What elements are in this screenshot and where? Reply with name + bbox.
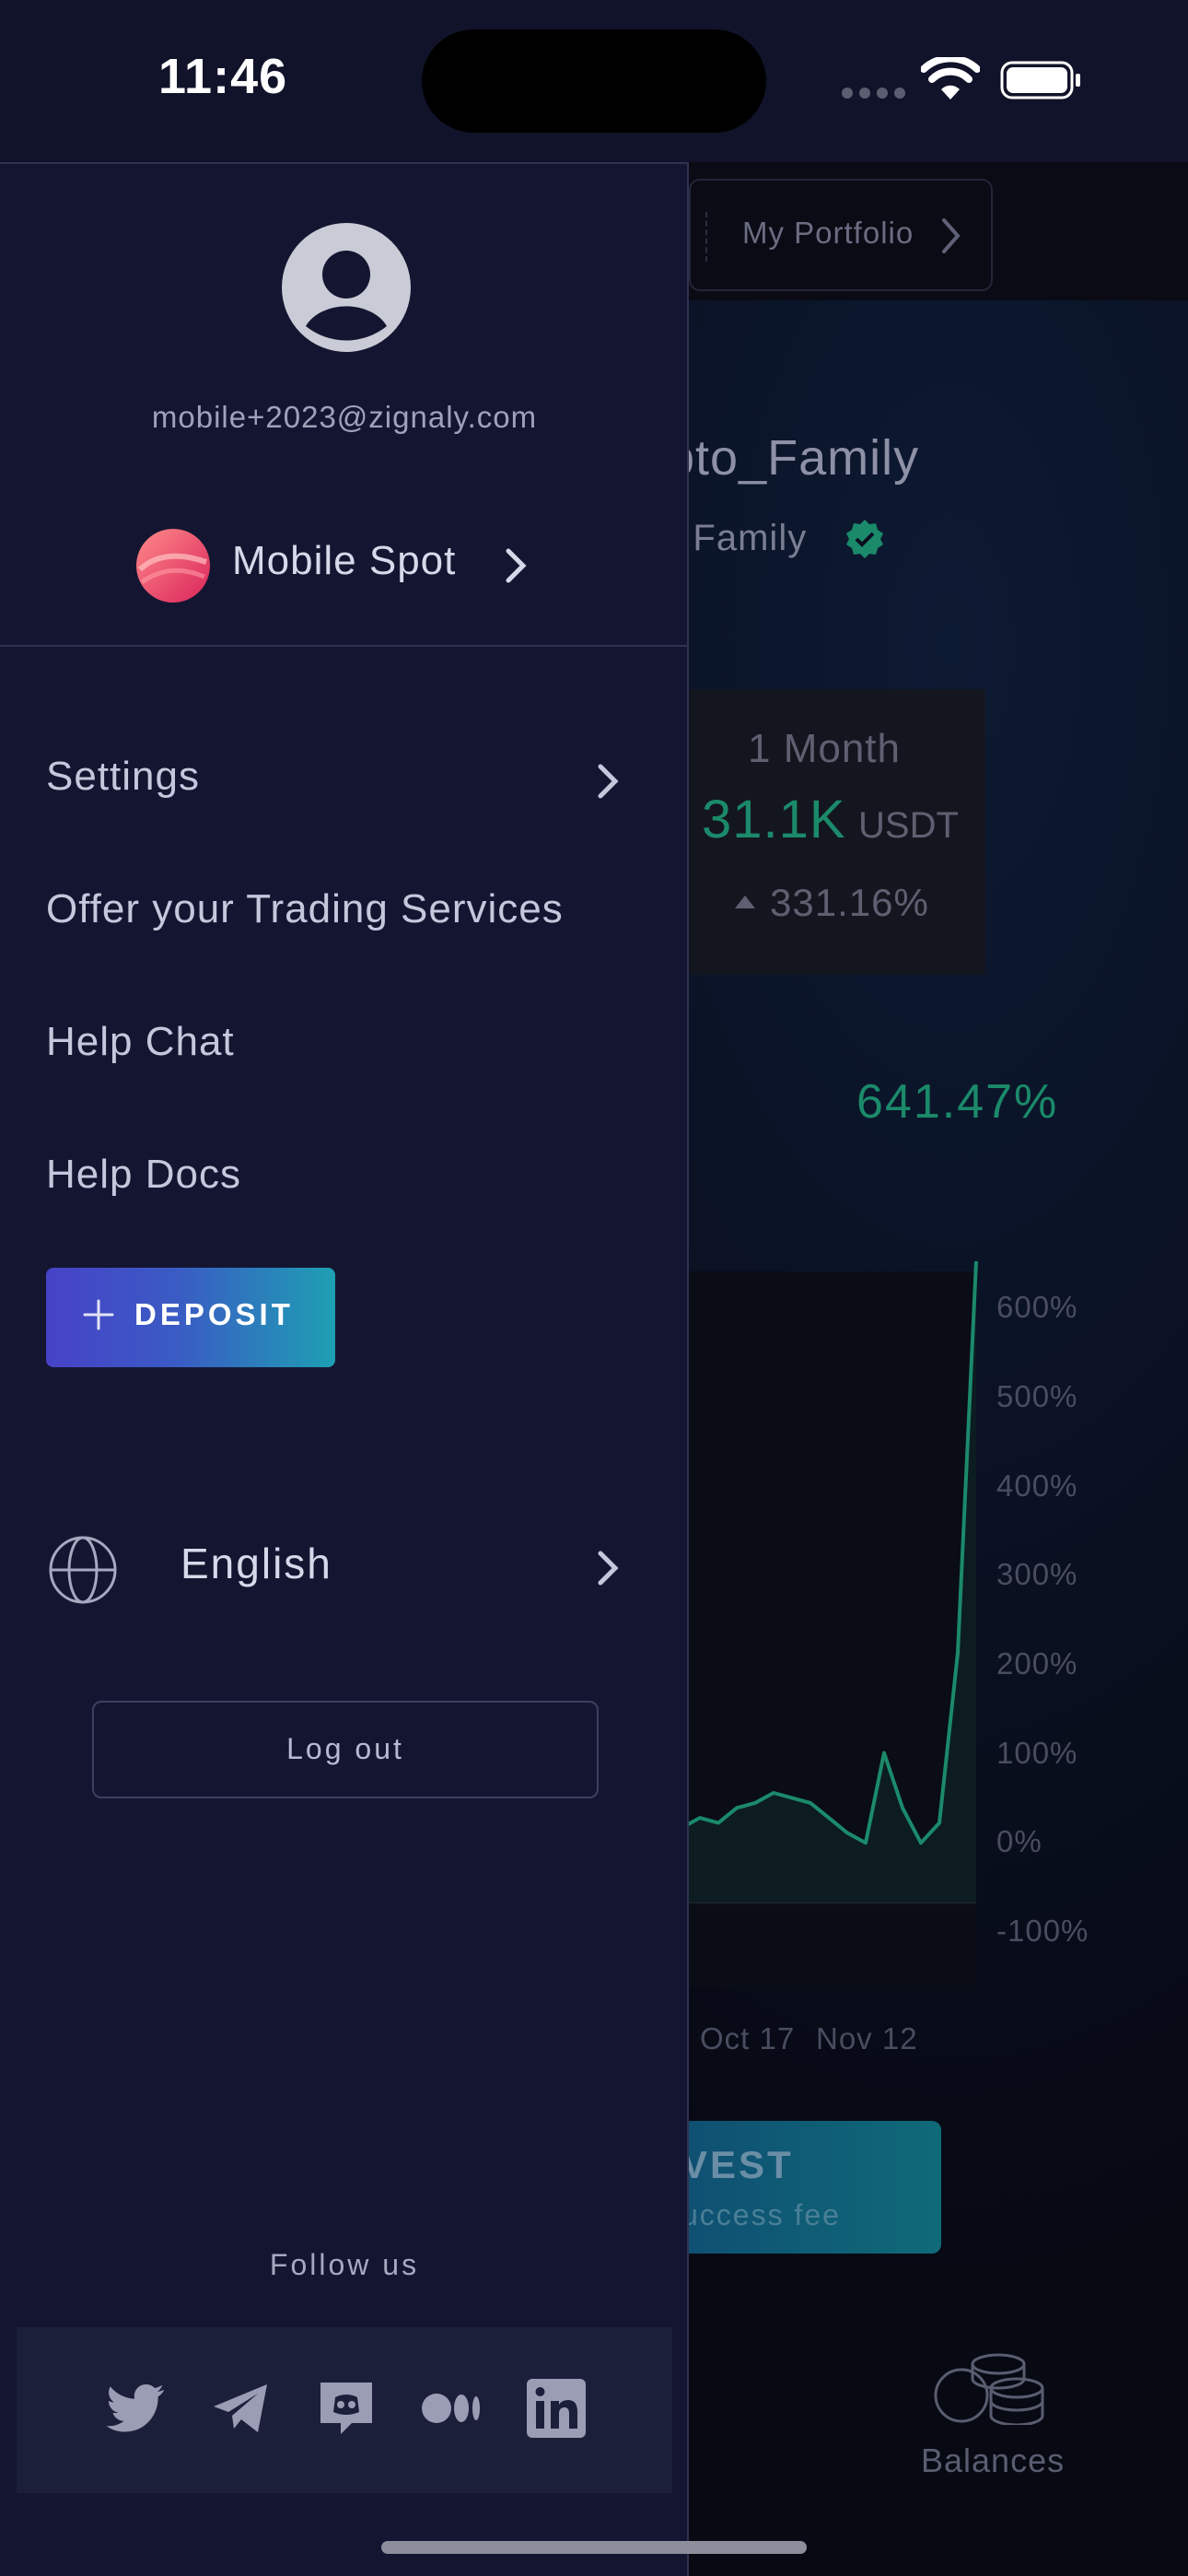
account-switcher[interactable]: Mobile Spot	[136, 529, 542, 610]
menu-item-offer-services[interactable]: Offer your Trading Services	[46, 886, 564, 932]
y-tick-label: 0%	[996, 1824, 1042, 1858]
menu-item-help-chat[interactable]: Help Chat	[46, 1019, 235, 1065]
divider	[0, 645, 689, 647]
user-email: mobile+2023@zignaly.com	[151, 400, 538, 434]
chevron-right-icon	[598, 1551, 619, 1586]
follow-us-label: Follow us	[269, 2248, 420, 2281]
performance-chart	[681, 1260, 978, 1904]
service-owner: r Family	[669, 518, 808, 558]
linkedin-icon[interactable]	[525, 2377, 588, 2440]
globe-icon	[49, 1536, 117, 1604]
month-value: 31.1K	[702, 790, 846, 849]
y-tick-label: 200%	[996, 1646, 1078, 1680]
month-title: 1 Month	[748, 726, 901, 771]
balances-coins-icon[interactable]	[932, 2348, 1046, 2425]
deposit-label: DEPOSIT	[134, 1297, 294, 1331]
month-change: 331.16%	[770, 881, 929, 924]
invest-label: VEST	[681, 2143, 794, 2186]
telegram-icon[interactable]	[210, 2377, 273, 2440]
total-return: 641.47%	[856, 1075, 1059, 1129]
side-drawer: mobile+2023@zignaly.com Mobile Spot Sett…	[0, 162, 689, 2576]
dynamic-island	[422, 29, 766, 133]
series-area	[681, 1261, 976, 1903]
wifi-icon	[921, 57, 980, 100]
verified-badge-icon	[846, 520, 883, 558]
deposit-button[interactable]: DEPOSIT	[46, 1268, 335, 1367]
home-indicator	[381, 2541, 807, 2554]
invest-button[interactable]	[681, 2121, 941, 2254]
x-tick-label: Nov 12	[816, 2021, 918, 2055]
my-portfolio-label: My Portfolio	[742, 216, 914, 250]
menu-item-help-docs[interactable]: Help Docs	[46, 1152, 241, 1198]
x-tick-label: Oct 17	[700, 2021, 796, 2055]
medium-icon[interactable]	[420, 2377, 483, 2440]
account-logo-icon	[136, 529, 210, 603]
chevron-right-icon	[942, 218, 961, 253]
plus-icon	[83, 1299, 114, 1330]
divider	[705, 212, 709, 262]
cellular-signal-icon	[842, 88, 906, 99]
y-tick-label: 300%	[996, 1557, 1078, 1591]
status-time: 11:46	[158, 49, 288, 104]
discord-icon[interactable]	[315, 2377, 378, 2440]
status-bar: 11:46	[0, 0, 1188, 162]
y-tick-label: 600%	[996, 1290, 1078, 1324]
y-tick-label: 100%	[996, 1736, 1078, 1770]
social-links-bar	[17, 2327, 672, 2493]
battery-icon	[1000, 61, 1080, 100]
logout-label: Log out	[286, 1732, 404, 1765]
month-unit: USDT	[858, 805, 959, 846]
menu-item-settings[interactable]: Settings	[46, 754, 200, 800]
series-line	[681, 1260, 978, 1845]
caret-up-icon	[735, 896, 755, 908]
user-avatar-icon[interactable]	[282, 223, 411, 352]
y-tick-label: -100%	[996, 1914, 1089, 1948]
chevron-right-icon	[506, 548, 527, 583]
balances-tab-label[interactable]: Balances	[921, 2441, 1065, 2480]
language-selector[interactable]: English	[181, 1539, 332, 1588]
service-name: pto_Family	[667, 430, 920, 486]
invest-subtitle: uccess fee	[681, 2198, 841, 2231]
y-tick-label: 400%	[996, 1469, 1078, 1503]
twitter-icon[interactable]	[105, 2377, 168, 2440]
account-name: Mobile Spot	[232, 538, 457, 583]
y-tick-label: 500%	[996, 1379, 1078, 1413]
logout-button[interactable]: Log out	[92, 1701, 599, 1798]
chevron-right-icon	[598, 764, 619, 799]
